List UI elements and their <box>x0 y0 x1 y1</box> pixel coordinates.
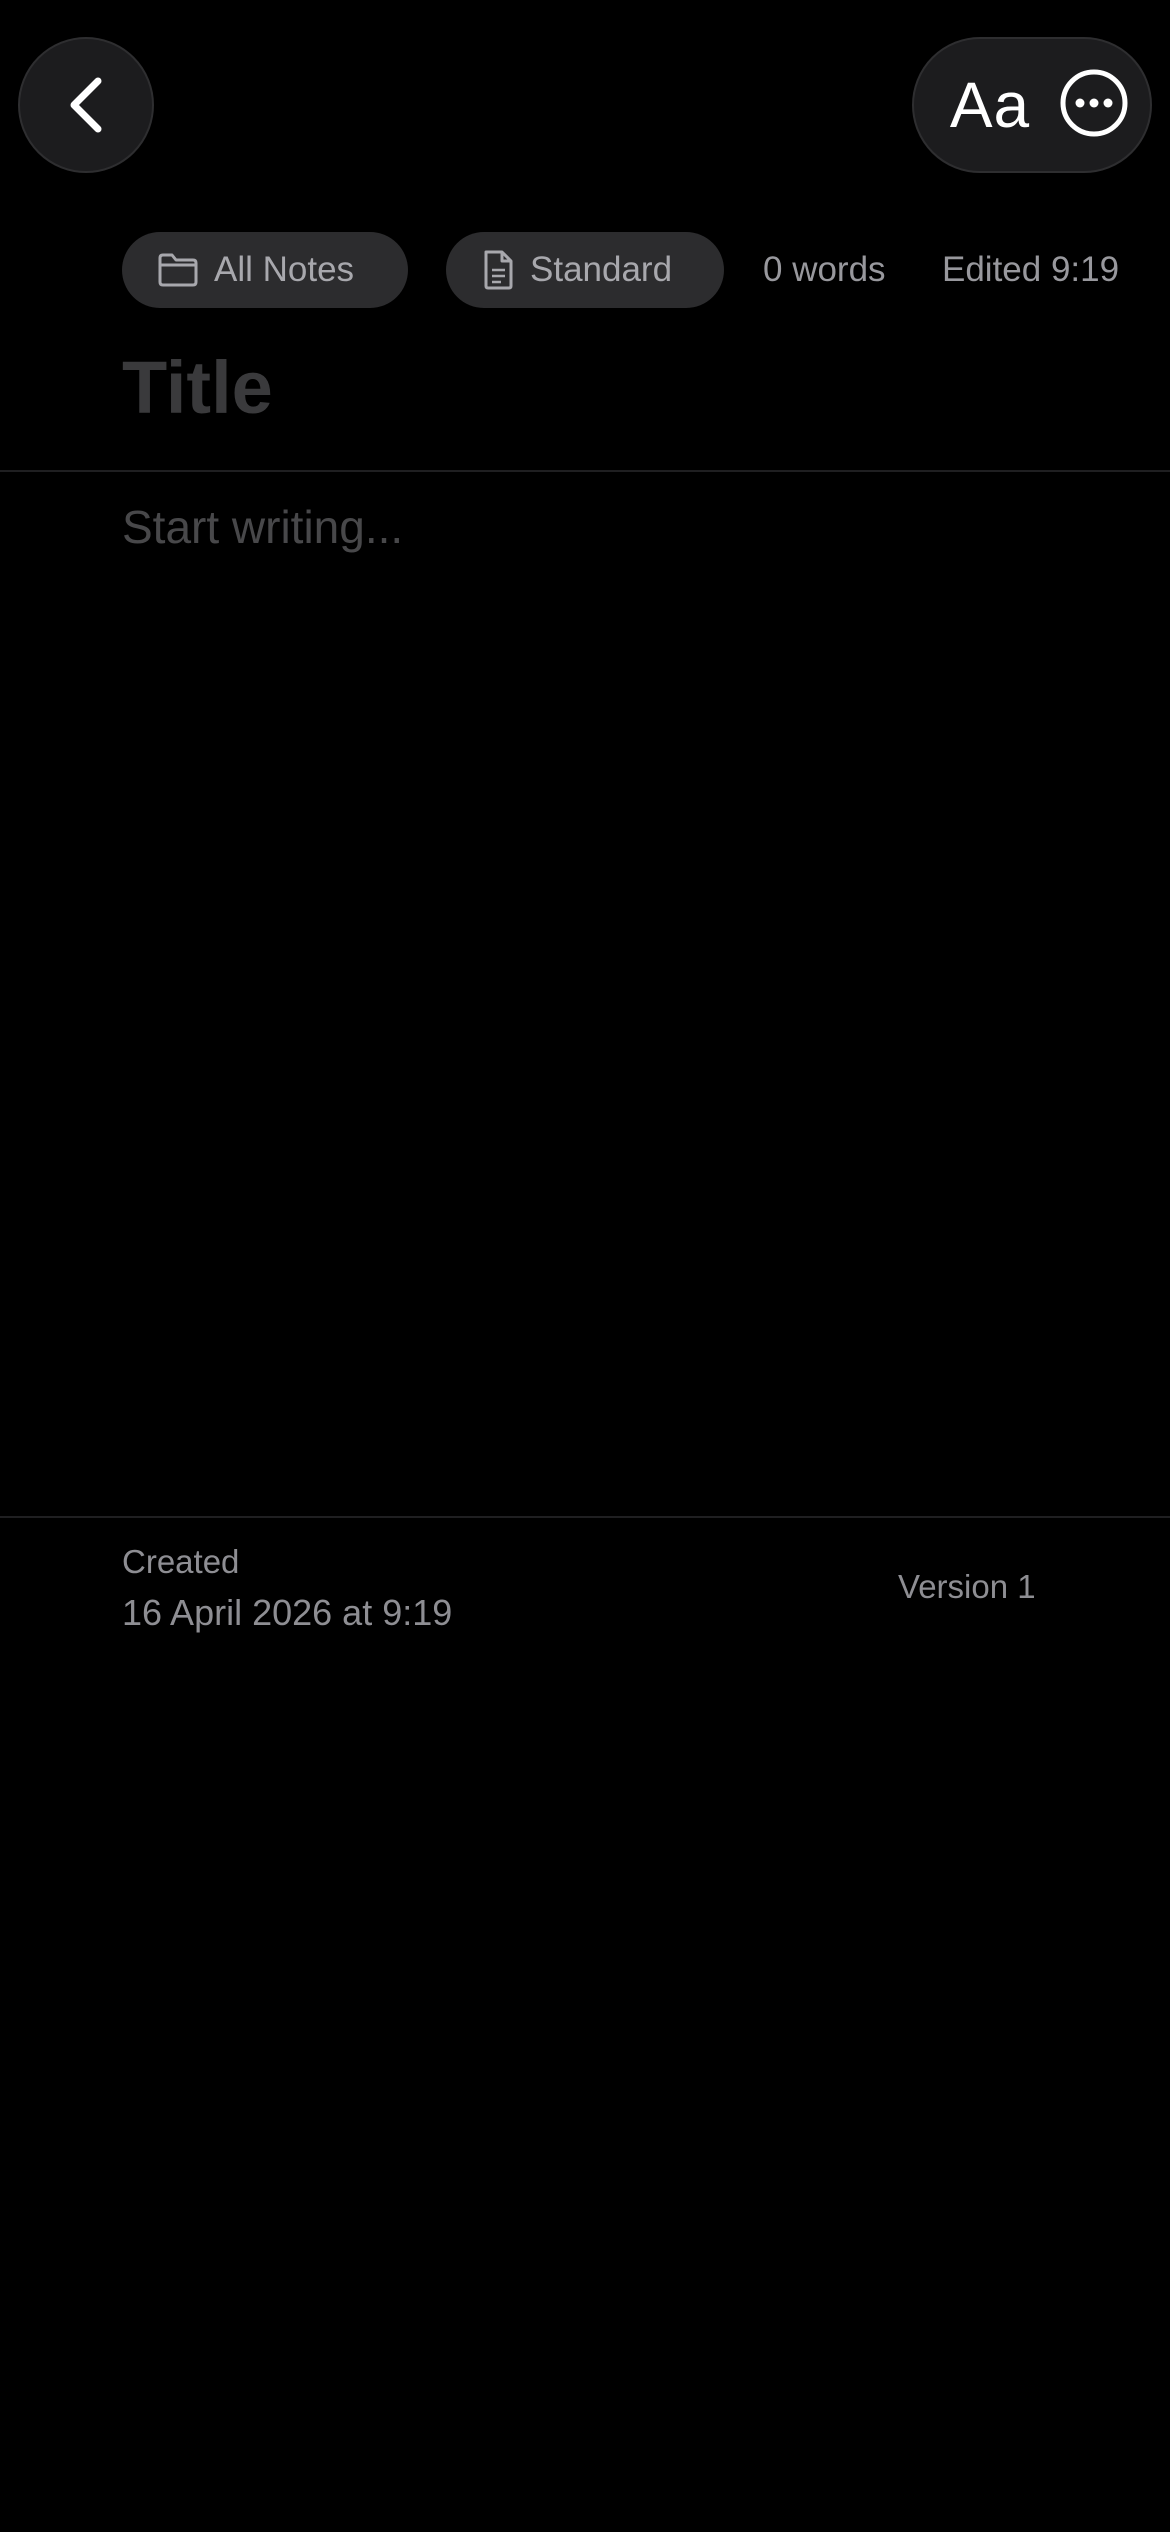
ellipsis-circle-icon <box>1059 68 1129 143</box>
document-icon <box>480 249 516 291</box>
word-count: 0 words <box>763 250 886 289</box>
note-meta-row: All Notes Standard 0 words Edited 9:19 <box>0 232 1170 308</box>
header-actions: Aa <box>912 37 1152 173</box>
folder-pill[interactable]: All Notes <box>122 232 408 308</box>
more-button[interactable] <box>1059 68 1129 143</box>
edited-time: Edited 9:19 <box>942 250 1120 289</box>
back-button[interactable] <box>18 37 154 173</box>
chevron-left-icon <box>64 75 108 135</box>
title-divider <box>0 470 1170 472</box>
created-label: Created <box>122 1543 240 1580</box>
footer-divider <box>0 1516 1170 1518</box>
folder-icon <box>156 252 200 288</box>
version-label[interactable]: Version 1 <box>898 1568 1036 1606</box>
template-label: Standard <box>530 250 673 289</box>
template-pill[interactable]: Standard <box>446 232 724 308</box>
format-button[interactable]: Aa <box>936 39 1044 171</box>
format-label: Aa <box>949 69 1031 141</box>
folder-label: All Notes <box>214 250 355 289</box>
created-date: 16 April 2026 at 9:19 <box>122 1592 453 1633</box>
body-editor[interactable]: Start writing... <box>122 500 403 554</box>
title-input[interactable]: Title <box>122 345 273 430</box>
